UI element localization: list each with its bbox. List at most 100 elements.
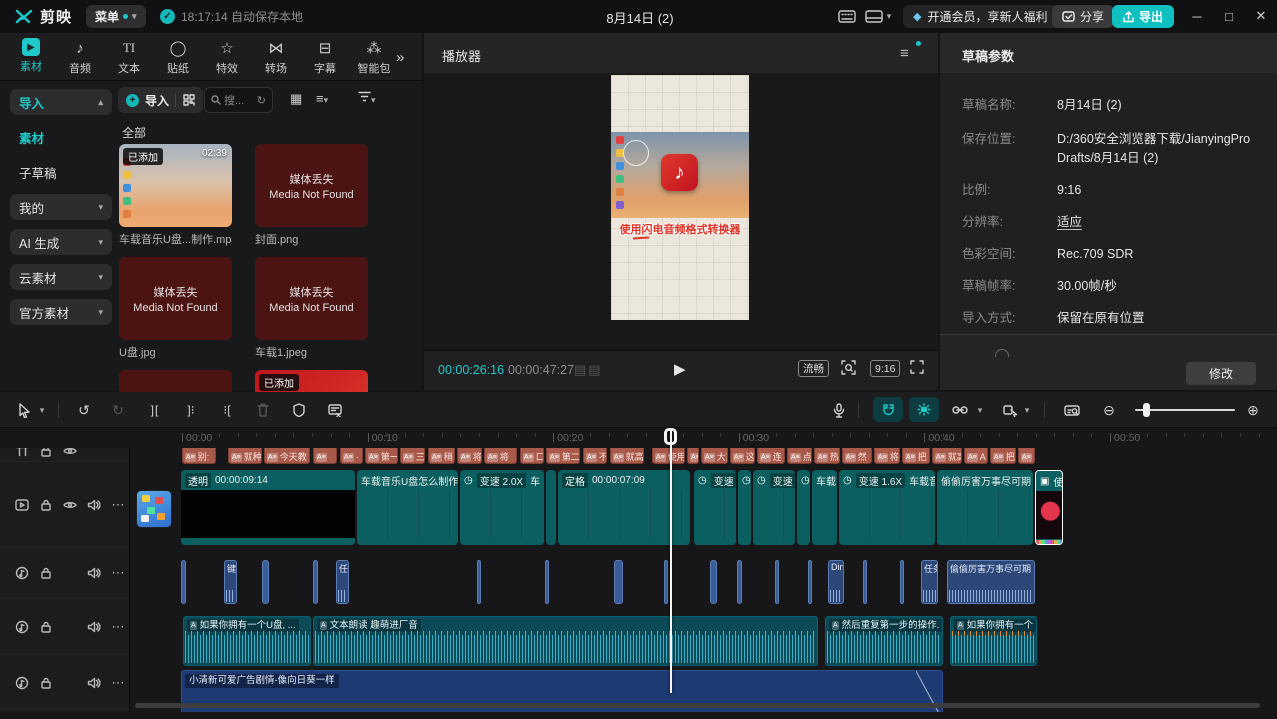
sound-effect-segment[interactable] (710, 560, 717, 604)
layout-switch-icon[interactable] (863, 7, 885, 26)
player-menu-icon[interactable]: ≡ (900, 45, 909, 62)
lock-icon[interactable] (41, 677, 52, 689)
more-icon[interactable]: ⋯ (112, 497, 125, 513)
play-button[interactable]: ▶ (674, 360, 686, 378)
text-segment[interactable]: A≡点 (787, 448, 812, 464)
export-button[interactable]: 导出 (1112, 5, 1174, 28)
sound-effect-segment[interactable] (181, 560, 186, 604)
text-segment[interactable]: A≡第二 (546, 448, 580, 464)
text-segment[interactable]: A≡这 (730, 448, 755, 464)
video-segment[interactable]: ◷变速 (753, 470, 795, 545)
tab-transition[interactable]: ⋈转场 (253, 38, 299, 76)
tab-audio[interactable]: ♪音频 (57, 38, 103, 76)
text-segment[interactable]: A≡连 (757, 448, 785, 464)
media-card[interactable]: 已添加02:39车载音乐U盘...制作.mp4 (119, 144, 232, 247)
sound-effect-segment[interactable] (737, 560, 742, 604)
param-value[interactable]: 适应 (1057, 213, 1262, 232)
cursor-link-icon[interactable] (998, 399, 1022, 421)
media-card[interactable]: 媒体丢失Media Not Found封面.png (255, 144, 368, 247)
media-thumbnail[interactable]: 媒体丢失Media Not Found (119, 257, 232, 340)
sound-effect-segment[interactable] (262, 560, 269, 604)
sound-effect-segment[interactable]: 任 (336, 560, 349, 604)
link-chevron-icon[interactable]: ▾ (974, 399, 986, 421)
sound-effect-segment[interactable]: Ding (828, 560, 844, 604)
mark-shield-icon[interactable] (287, 399, 311, 421)
fullscreen-icon[interactable] (910, 360, 924, 377)
text-segment[interactable]: A≡三 (400, 448, 425, 464)
nav-item-子草稿[interactable]: 子草稿 (10, 159, 112, 185)
playhead-handle[interactable] (664, 428, 677, 445)
tab-captions[interactable]: ⊟字幕 (302, 38, 348, 76)
sound-effect-segment[interactable] (863, 560, 867, 604)
text-segment[interactable]: A≡口 (520, 448, 544, 464)
video-segment[interactable]: ◷变速 1.6X车载音乐 (839, 470, 935, 545)
speaker-icon[interactable] (88, 622, 101, 633)
video-segment[interactable]: ◷ (797, 470, 810, 545)
media-thumbnail[interactable]: 媒体丢失Media Not Found (255, 257, 368, 340)
video-segment[interactable]: ▣使 (1035, 470, 1063, 545)
zoom-out-icon[interactable]: ⊖ (1097, 399, 1121, 421)
cursor-chevron-icon[interactable]: ▾ (36, 399, 48, 421)
maximize-button[interactable]: □ (1216, 4, 1242, 28)
quality-button[interactable]: 流畅 (798, 360, 829, 377)
zoom-slider-handle[interactable] (1143, 403, 1150, 417)
qr-import-icon[interactable] (175, 93, 195, 107)
focus-zoom-icon[interactable] (841, 360, 856, 378)
more-icon[interactable]: ⋯ (112, 565, 125, 581)
delete-icon[interactable] (251, 399, 275, 421)
close-button[interactable]: ✕ (1248, 4, 1274, 28)
search-input[interactable]: 搜... ↻ (204, 87, 273, 113)
video-preview[interactable]: ♪ 使用闪电音频格式转换器 (611, 75, 749, 320)
nav-item-我的[interactable]: 我的▾ (10, 194, 112, 220)
text-segment[interactable]: A≡第一 (365, 448, 398, 464)
sound-effect-segment[interactable] (614, 560, 623, 604)
text-segment[interactable]: A≡ (687, 448, 699, 464)
media-card[interactable]: 媒体丢失Media Not FoundU盘.jpg (119, 257, 232, 360)
share-button[interactable]: 分享 (1052, 5, 1114, 28)
text-segment[interactable]: A≡今天教 (264, 448, 310, 464)
filter-icon[interactable]: ▾ (358, 91, 376, 106)
lock-icon[interactable] (41, 567, 52, 579)
minimize-button[interactable]: ─ (1184, 4, 1210, 28)
menu-button[interactable]: 菜单 ▾ (86, 5, 146, 28)
text-segment[interactable]: A≡就高 (610, 448, 644, 464)
text-segment[interactable]: A≡将 (874, 448, 900, 464)
nav-item-云素材[interactable]: 云素材▾ (10, 264, 112, 290)
undo-icon[interactable]: ↺ (72, 399, 96, 421)
media-card[interactable]: 媒体丢失Media Not Found车载1.jpeg (255, 257, 368, 360)
media-thumbnail[interactable]: 媒体丢失Media Not Found (255, 144, 368, 227)
text-segment[interactable]: A≡然 (842, 448, 872, 464)
text-segment[interactable]: A≡就种 (228, 448, 262, 464)
voice-segment[interactable]: A文本朗读 趣萌进厂音 (313, 616, 818, 666)
text-segment[interactable]: A≡以 (1018, 448, 1035, 464)
speaker-icon[interactable] (88, 677, 101, 688)
text-segment[interactable]: A≡ (313, 448, 337, 464)
video-segment[interactable] (546, 470, 556, 545)
text-segment[interactable]: A≡大家 (701, 448, 728, 464)
preview-axis-icon[interactable] (1060, 399, 1084, 421)
sound-effect-segment[interactable]: 任务完 (921, 560, 938, 604)
shortcut-keyboard-icon[interactable] (836, 7, 858, 26)
text-segment[interactable]: A≡热 (814, 448, 840, 464)
nav-item-素材[interactable]: 素材 (10, 124, 112, 150)
text-segment[interactable]: A≡把课 (990, 448, 1016, 464)
tab-text[interactable]: TI文本 (106, 38, 152, 76)
voice-segment[interactable]: A如果你拥有一个 (950, 616, 1037, 666)
text-segment[interactable]: A≡将 (457, 448, 482, 464)
text-segment[interactable]: A≡把 (902, 448, 930, 464)
tab-smartpack[interactable]: ⁂智能包 (351, 38, 397, 76)
lock-icon[interactable] (41, 499, 52, 511)
record-mic-icon[interactable] (827, 399, 851, 421)
layout-chevron-icon[interactable]: ▾ (884, 7, 894, 26)
horizontal-scrollbar[interactable] (135, 703, 1260, 708)
text-segment[interactable]: A≡不 (583, 448, 607, 464)
video-segment[interactable]: 透明00:00:09:14 (181, 470, 355, 545)
tabbar-expand-icon[interactable]: » (396, 49, 402, 66)
zoom-slider[interactable] (1135, 409, 1235, 411)
nav-item-AI 生成[interactable]: AI 生成▾ (10, 229, 112, 255)
lock-icon[interactable] (41, 621, 52, 633)
split-icon[interactable]: ][ (143, 399, 167, 421)
sound-effect-segment[interactable] (775, 560, 779, 604)
eye-icon[interactable] (63, 500, 77, 509)
nav-item-官方素材[interactable]: 官方素材▾ (10, 299, 112, 325)
